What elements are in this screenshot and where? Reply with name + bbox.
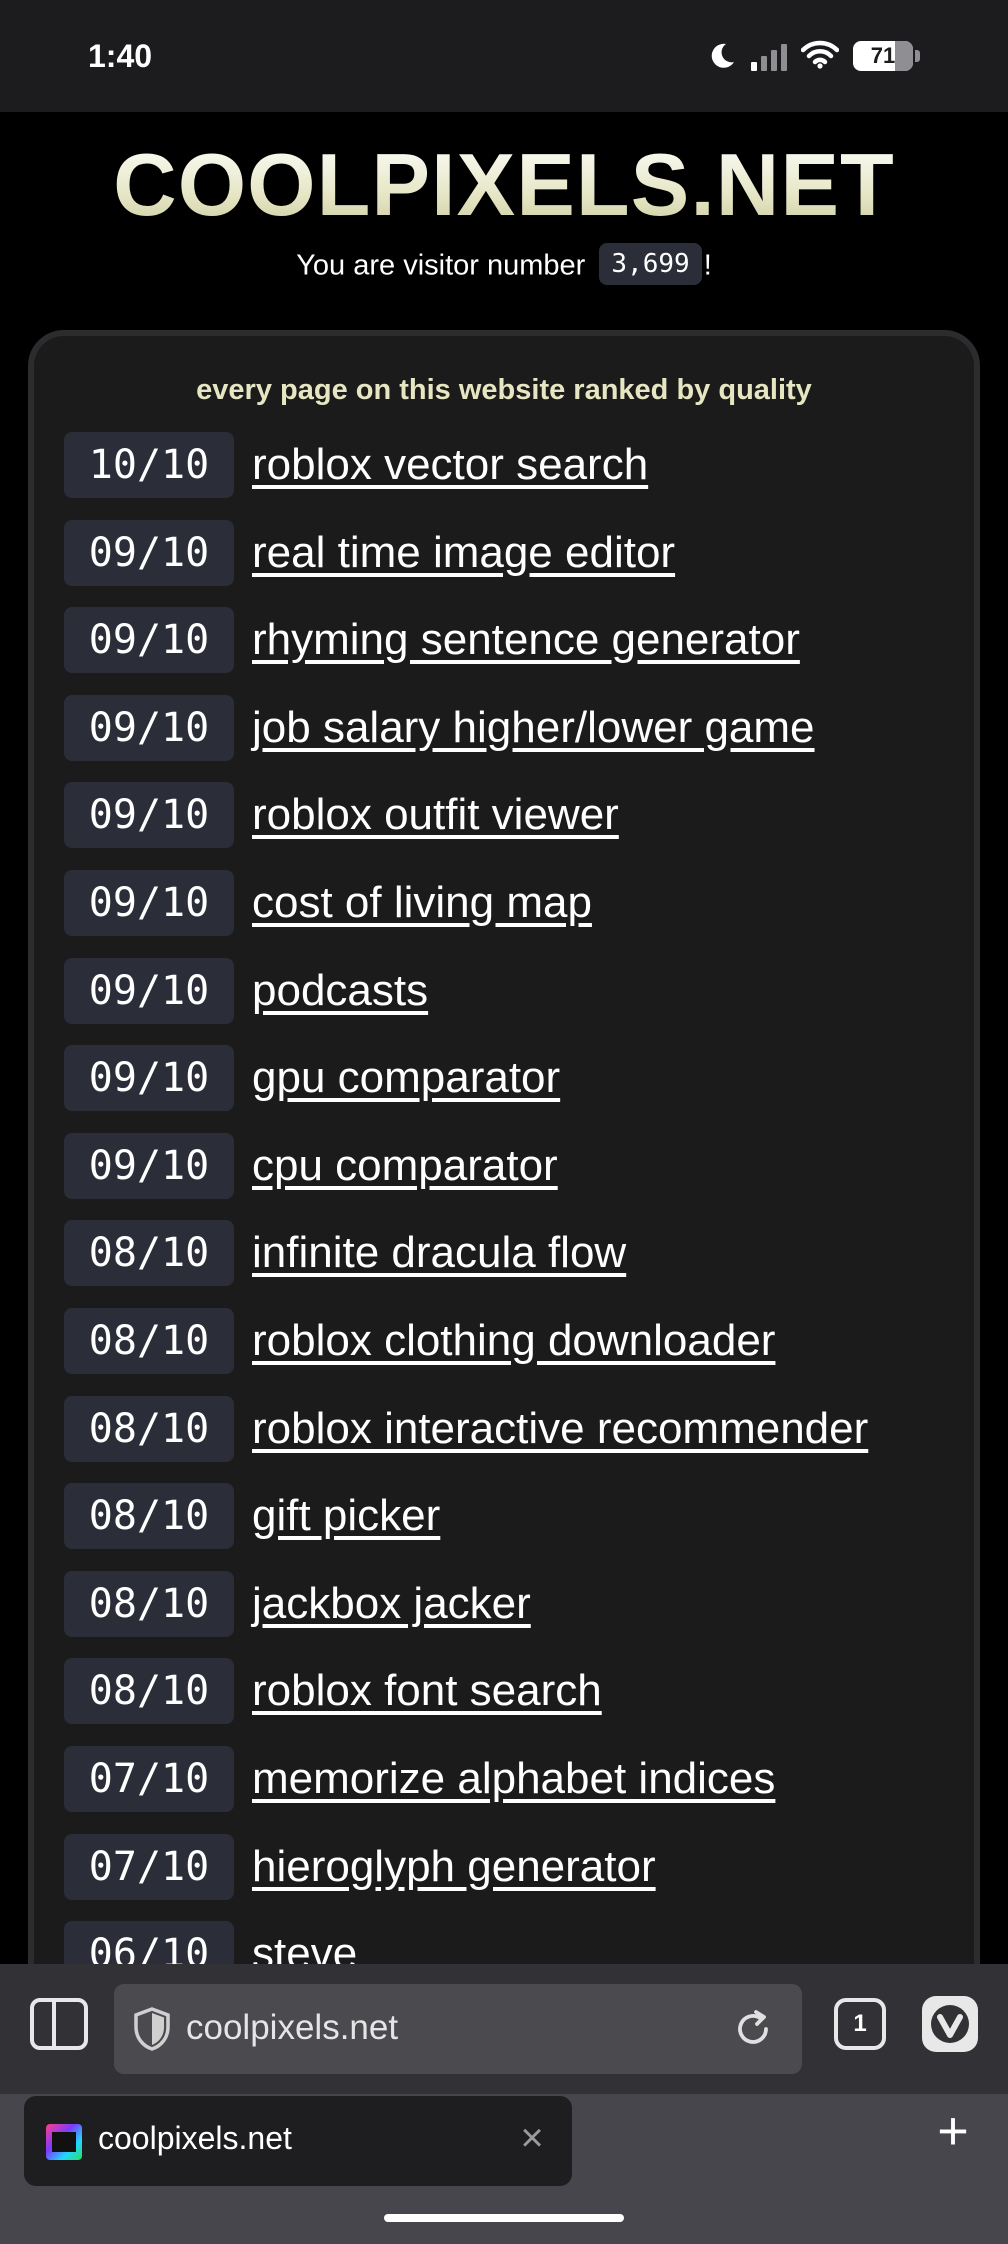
score-badge: 08/10 [64, 1658, 234, 1725]
address-text[interactable]: coolpixels.net [186, 2008, 398, 2048]
score-badge: 08/10 [64, 1220, 234, 1287]
page-name: steve [252, 1929, 358, 1964]
score-badge: 08/10 [64, 1483, 234, 1550]
list-item: 08/10 jackbox jacker [64, 1570, 944, 1659]
visitor-prefix: You are visitor number [296, 249, 586, 282]
list-item: 10/10 roblox vector search [64, 432, 944, 520]
page-link[interactable]: podcasts [252, 958, 428, 1024]
battery-icon: 71 [853, 41, 913, 71]
favicon-icon [46, 2124, 82, 2160]
ranking-list: 10/10 roblox vector search 09/10 real time… [64, 432, 944, 1964]
moon-icon [707, 41, 737, 71]
score-badge: 09/10 [64, 1132, 234, 1199]
page-link[interactable]: rhyming sentence generator [252, 607, 800, 673]
score-badge: 09/10 [64, 519, 234, 586]
tab-title: coolpixels.net [98, 2120, 292, 2156]
list-item: 09/10 cpu comparator [64, 1132, 944, 1221]
close-icon[interactable]: × [512, 2118, 552, 2158]
list-item: 06/10 steve [64, 1921, 944, 1964]
list-item: 08/10 roblox clothing downloader [64, 1307, 944, 1396]
list-item: 09/10 podcasts [64, 957, 944, 1046]
page-link[interactable]: roblox font search [252, 1658, 602, 1724]
reload-icon[interactable] [732, 2008, 774, 2050]
ranking-panel: every page on this website ranked by qua… [28, 330, 980, 1964]
status-time: 1:40 [88, 38, 153, 74]
ranking-heading: every page on this website ranked by qua… [196, 374, 812, 406]
page-link[interactable]: roblox interactive recommender [252, 1396, 868, 1462]
page-link[interactable]: jackbox jacker [252, 1571, 531, 1637]
page-link[interactable]: roblox outfit viewer [252, 782, 619, 848]
score-badge: 06/10 [64, 1921, 234, 1964]
list-item: 09/10 roblox outfit viewer [64, 782, 944, 870]
score-badge: 07/10 [64, 1833, 234, 1900]
score-badge: 08/10 [64, 1570, 234, 1637]
tab-count-button[interactable]: 1 [834, 1998, 886, 2050]
tab-strip: coolpixels.net × + [0, 2094, 1008, 2244]
score-badge: 09/10 [64, 782, 234, 849]
home-indicator[interactable] [384, 2214, 624, 2222]
status-icons: 71 [707, 38, 920, 74]
status-bar: 1:40 71 [0, 0, 1008, 112]
page-link[interactable]: job salary higher/lower game [252, 695, 815, 761]
page-link[interactable]: gift picker [252, 1483, 440, 1549]
list-item: 08/10 infinite dracula flow [64, 1220, 944, 1308]
list-item: 08/10 gift picker [64, 1483, 944, 1571]
shield-icon[interactable] [132, 2006, 172, 2052]
score-badge: 09/10 [64, 869, 234, 936]
visitor-counter: You are visitor number 3,699! [0, 243, 1008, 288]
score-badge: 10/10 [64, 432, 234, 498]
list-item: 09/10 cost of living map [64, 869, 944, 958]
page-link[interactable]: memorize alphabet indices [252, 1746, 775, 1812]
score-badge: 08/10 [64, 1395, 234, 1462]
list-item: 09/10 gpu comparator [64, 1045, 944, 1133]
panel-toggle-icon[interactable] [30, 1998, 88, 2050]
score-badge: 09/10 [64, 607, 234, 674]
page-link[interactable]: cost of living map [252, 870, 592, 936]
page-link[interactable]: roblox vector search [252, 432, 648, 498]
page-link[interactable]: hieroglyph generator [252, 1834, 656, 1900]
web-page: COOLPIXELS.NET You are visitor number 3,… [0, 112, 1008, 1964]
list-item: 09/10 real time image editor [64, 519, 944, 608]
score-badge: 08/10 [64, 1307, 234, 1374]
tab-coolpixels[interactable]: coolpixels.net × [24, 2096, 572, 2186]
visitor-suffix: ! [703, 249, 712, 282]
battery-level: 71 [870, 43, 896, 68]
visitor-count: 3,699 [599, 243, 702, 285]
cellular-signal-icon [751, 41, 787, 71]
list-item: 08/10 roblox font search [64, 1658, 944, 1746]
vivaldi-icon[interactable] [922, 1996, 978, 2052]
page-link[interactable]: gpu comparator [252, 1045, 560, 1111]
score-badge: 09/10 [64, 694, 234, 761]
page-link[interactable]: infinite dracula flow [252, 1220, 626, 1286]
list-item: 09/10 rhyming sentence generator [64, 607, 944, 695]
browser-toolbar: coolpixels.net 1 [0, 1964, 1008, 2094]
page-link[interactable]: roblox clothing downloader [252, 1308, 775, 1374]
score-badge: 09/10 [64, 957, 234, 1024]
address-bar[interactable]: coolpixels.net [114, 1984, 802, 2074]
score-badge: 07/10 [64, 1745, 234, 1812]
list-item: 09/10 job salary higher/lower game [64, 694, 944, 783]
list-item: 07/10 memorize alphabet indices [64, 1745, 944, 1834]
page-link[interactable]: cpu comparator [252, 1133, 558, 1199]
plus-icon[interactable]: + [928, 2104, 978, 2158]
list-item: 07/10 hieroglyph generator [64, 1833, 944, 1922]
score-badge: 09/10 [64, 1045, 234, 1112]
page-link[interactable]: real time image editor [252, 520, 675, 586]
wifi-icon [800, 39, 840, 74]
list-item: 08/10 roblox interactive recommender [64, 1395, 944, 1484]
site-title: COOLPIXELS.NET [0, 134, 1008, 236]
